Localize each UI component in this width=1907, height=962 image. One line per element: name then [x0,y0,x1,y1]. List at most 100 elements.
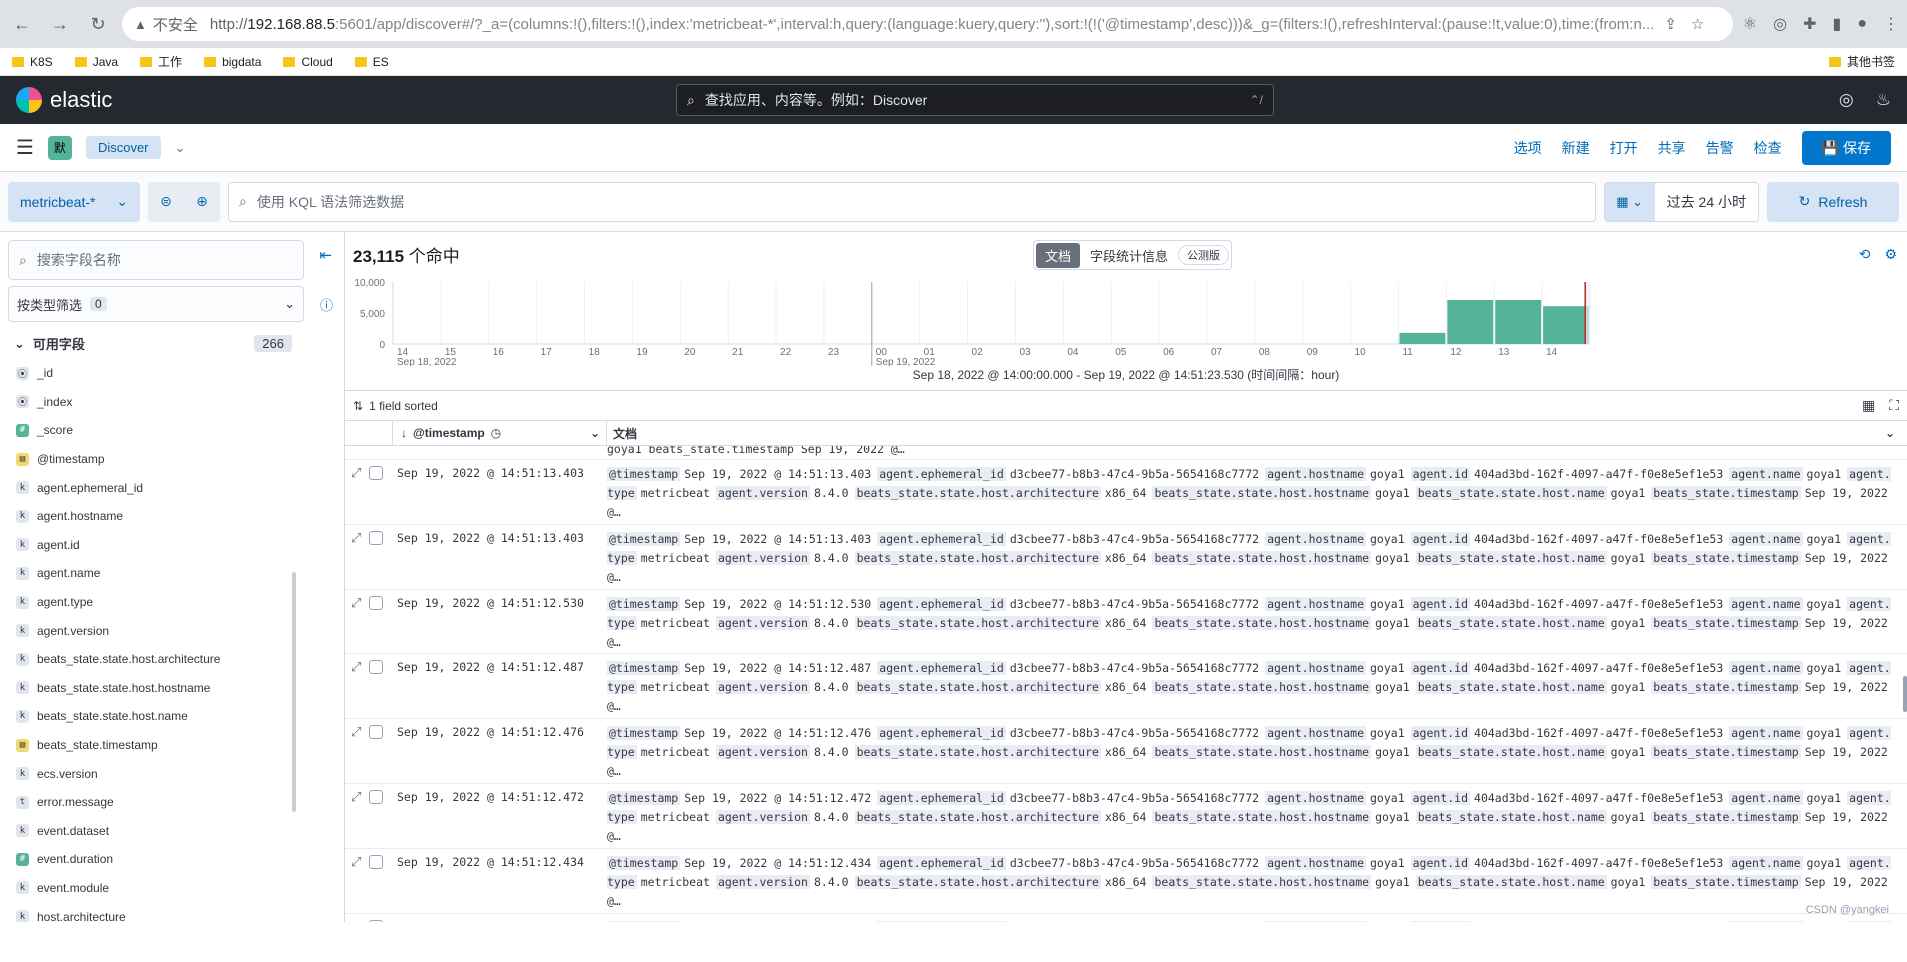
kql-input[interactable]: ⌕ 使用 KQL 语法筛选数据 [228,181,1596,222]
breadcrumb[interactable]: Discover [85,136,161,159]
field-item[interactable]: k event.dataset [0,817,344,846]
profile-icon[interactable]: ● [1857,15,1867,33]
row-checkbox[interactable] [369,595,384,610]
add-filter-icon[interactable]: ⊕ [184,182,220,222]
sort-icon[interactable]: ⇅ [353,399,363,413]
space-avatar[interactable]: 默 [47,135,72,160]
table-scrollbar[interactable] [1903,676,1907,712]
puzzle-icon[interactable]: ✚ [1803,14,1816,34]
tab-documents[interactable]: 文档 [1036,242,1081,268]
save-button[interactable]: 💾 保存 [1801,130,1891,165]
chevron-down-icon[interactable]: ⌄ [1885,426,1895,440]
expand-icon[interactable]: ⤢ [351,660,361,718]
density-icon[interactable]: ▦ [1862,397,1875,414]
chart-settings-icon[interactable]: ⚙ [1884,246,1897,263]
expand-icon[interactable]: ⤢ [351,725,361,783]
bookmark-item[interactable]: 工作 [140,53,182,70]
available-fields-header[interactable]: ⌄ 可用字段 266 [0,322,304,359]
react-extension-icon[interactable]: ⚛ [1743,14,1757,34]
extension-circle-icon[interactable]: ◎ [1773,14,1787,34]
global-search-input[interactable]: ⌕ 查找应用、内容等。例如：Discover ⌃/ [676,84,1274,116]
chevron-down-icon[interactable]: ⌄ [175,140,186,156]
expand-icon[interactable]: ⤢ [351,596,361,654]
top-link-1[interactable]: 新建 [1562,138,1590,158]
bookmark-item[interactable]: ES [354,55,389,69]
time-range-label[interactable]: 过去 24 小时 [1654,182,1758,221]
column-header-document[interactable]: 文档 ⌄ [607,425,1907,442]
expand-icon[interactable]: ⤢ [351,466,361,524]
reload-icon[interactable]: ↻ [84,10,112,38]
table-row[interactable]: ⤢ Sep 19, 2022 @ 14:51:12.487 @timestamp Se… [345,654,1907,720]
field-item[interactable]: k event.module [0,874,344,903]
field-item[interactable]: ⦿ _id [0,359,344,388]
menu-icon[interactable]: ☰ [16,135,34,160]
chevron-down-icon[interactable]: ⌄ [590,426,600,440]
row-checkbox[interactable] [369,660,384,675]
row-checkbox[interactable] [369,789,384,804]
bookmark-item[interactable]: K8S [12,55,53,69]
news-icon[interactable]: ♨ [1876,90,1891,110]
calendar-icon[interactable]: ▦ ⌄ [1604,182,1655,221]
field-search-input[interactable]: ⌕ 搜索字段名称 [8,240,304,280]
data-view-picker[interactable]: metricbeat-* ⌄ [8,181,140,222]
row-checkbox[interactable] [369,530,384,545]
elastic-logo[interactable]: elastic [16,87,112,113]
collapse-sidebar-icon[interactable]: ⇤ [319,246,332,264]
table-row[interactable]: ⤢ Sep 19, 2022 @ 14:51:12.472 @timestamp Se… [345,784,1907,849]
tab-field-stats[interactable]: 字段统计信息 [1084,243,1174,268]
field-item[interactable]: k agent.ephemeral_id [0,473,344,502]
expand-icon[interactable]: ⤢ [351,855,361,913]
sidebar-scrollbar[interactable] [292,572,296,812]
filter-menu-icon[interactable]: ⊜ [148,182,184,222]
info-icon[interactable]: ⓘ [320,295,333,314]
expand-icon[interactable]: ⤢ [351,790,361,848]
bookmark-item[interactable]: Cloud [283,55,333,69]
share-icon[interactable]: ⇪ [1664,15,1677,33]
type-filter-button[interactable]: 按类型筛选 0 ⌄ ⓘ [8,286,333,322]
expand-icon[interactable]: ⤢ [351,920,361,922]
forward-icon[interactable]: → [46,10,74,38]
bookmark-item[interactable]: Java [74,55,118,69]
fullscreen-icon[interactable]: ⛶ [1889,397,1899,414]
table-row[interactable]: ⤢Sep 19, 2022 @ 14:51:12.434@timestampSe… [345,849,1907,914]
column-header-timestamp[interactable]: ↓ @timestamp ◷ ⌄ [393,421,607,445]
table-row[interactable]: ⤢ Sep 19, 2022 @ 14:51:13.403 @timestamp Se… [345,460,1907,525]
star-icon[interactable]: ☆ [1691,15,1704,33]
row-checkbox[interactable] [369,466,384,480]
bookmark-item[interactable]: bigdata [204,55,261,69]
top-link-4[interactable]: 告警 [1706,138,1734,158]
menu-dots-icon[interactable]: ⋮ [1883,14,1899,34]
field-item[interactable]: ⦿ _index [0,388,344,417]
table-row[interactable]: ⤢ Sep 19, 2022 @ 14:51:12.530 @timestamp Se… [345,590,1907,655]
table-row[interactable]: ⤢Sep 19, 2022 @ 14:51:12.434@timestampSe… [345,914,1907,922]
back-icon[interactable]: ← [8,10,36,38]
doc-value: goya1 [1610,874,1646,889]
field-item[interactable]: ▤ @timestamp [0,445,344,474]
top-link-3[interactable]: 共享 [1658,138,1686,158]
expand-icon[interactable]: ⤢ [351,531,361,589]
beta-badge: 公测版 [1178,245,1230,265]
doc-value: d3cbee77-b8b3-47c4-9b5a-5654168c7772 [1009,531,1260,546]
top-link-2[interactable]: 打开 [1610,138,1638,158]
inspect-chart-icon[interactable]: ⟲ [1859,246,1871,263]
help-icon[interactable]: ◎ [1839,90,1854,110]
field-item[interactable]: k agent.hostname [0,502,344,531]
top-link-0[interactable]: 选项 [1514,138,1542,158]
field-item[interactable]: k agent.id [0,531,344,560]
refresh-button[interactable]: ↻ Refresh [1767,181,1899,222]
time-picker[interactable]: ▦ ⌄ 过去 24 小时 [1603,181,1759,222]
field-item[interactable]: # event.duration [0,845,344,874]
top-link-5[interactable]: 检查 [1754,138,1782,158]
sort-label[interactable]: 1 field sorted [369,399,438,413]
table-row[interactable]: ⤢ Sep 19, 2022 @ 14:51:13.403 @timestamp Se… [345,525,1907,590]
other-bookmarks[interactable]: 其他书签 [1828,53,1895,70]
field-item[interactable]: k host.architecture [0,902,344,922]
address-bar[interactable]: ▲ 不安全 http://192.168.88.5:5601/app/disco… [122,7,1733,41]
x-tick-label: 05 [1115,347,1127,358]
row-checkbox[interactable] [369,725,384,740]
sidepanel-icon[interactable]: ▮ [1833,14,1842,34]
table-row[interactable]: ⤢ Sep 19, 2022 @ 14:51:12.476 @timestamp Se… [345,719,1907,784]
row-checkbox[interactable] [369,854,384,869]
row-checkbox[interactable] [369,919,384,922]
field-item[interactable]: # _score [0,416,344,445]
